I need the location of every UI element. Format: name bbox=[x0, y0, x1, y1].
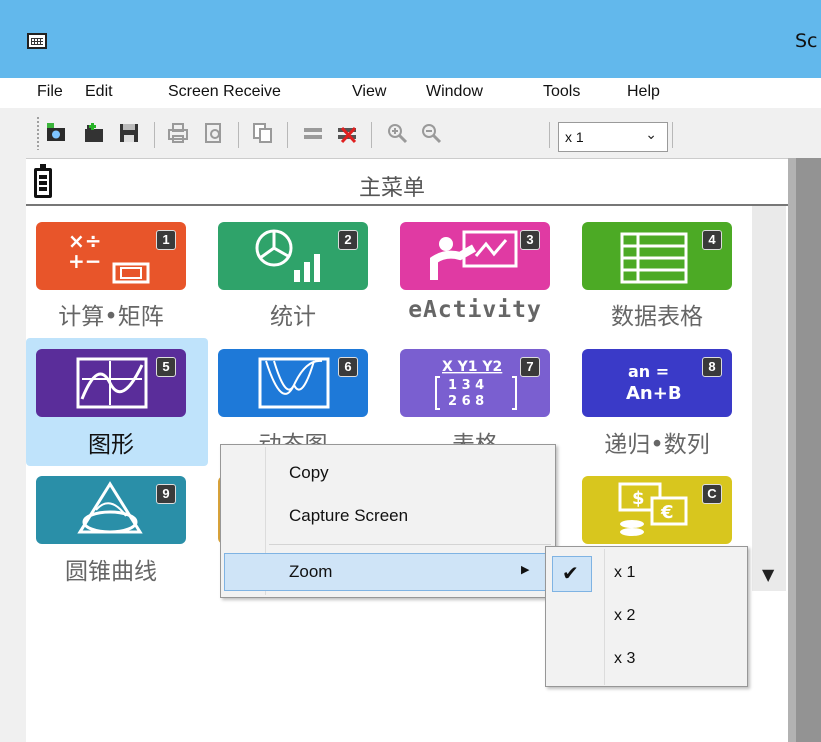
tile-financial[interactable]: $ € C bbox=[582, 476, 732, 544]
connect-icon[interactable] bbox=[302, 122, 324, 144]
menu-tools[interactable]: Tools bbox=[543, 83, 580, 101]
conic-icon bbox=[77, 481, 143, 534]
menu-separator bbox=[269, 544, 551, 545]
tile-number-badge: 3 bbox=[520, 230, 540, 250]
toolbar-separator bbox=[238, 122, 239, 148]
spreadsheet-icon bbox=[620, 232, 688, 284]
battery-icon bbox=[34, 164, 52, 198]
tile-number-badge: 6 bbox=[338, 357, 358, 377]
dyna-graph-icon bbox=[258, 357, 330, 409]
statistics-chart-icon bbox=[255, 229, 320, 282]
tile-number-badge: C bbox=[702, 484, 722, 504]
toolbar: x 1 ⌄ bbox=[0, 110, 821, 158]
toolbar-separator bbox=[154, 122, 155, 148]
print-preview-icon[interactable] bbox=[203, 122, 225, 144]
svg-text:2 6 8: 2 6 8 bbox=[448, 394, 484, 409]
chevron-down-icon: ⌄ bbox=[645, 127, 657, 143]
tile-label: 计算•矩阵 bbox=[58, 304, 164, 330]
tile-statistics[interactable]: 2 bbox=[218, 222, 368, 290]
svg-text:X Y1 Y2: X Y1 Y2 bbox=[442, 359, 502, 375]
tile-graph[interactable]: 5 bbox=[36, 349, 186, 417]
table-icon: X Y1 Y2 1 3 4 2 6 8 bbox=[435, 359, 517, 410]
zoom-in-icon[interactable] bbox=[386, 122, 408, 144]
print-icon[interactable] bbox=[167, 122, 189, 144]
app-calculator-icon[interactable] bbox=[27, 33, 47, 49]
svg-text:$: $ bbox=[632, 488, 645, 509]
menu-item-copy[interactable]: Copy bbox=[289, 463, 329, 483]
tile-eactivity[interactable]: 3 bbox=[400, 222, 550, 290]
scroll-down-arrow-icon[interactable]: ▼ bbox=[762, 565, 774, 584]
teacher-board-icon bbox=[430, 230, 518, 280]
menu-help[interactable]: Help bbox=[627, 83, 660, 101]
toolbar-separator bbox=[287, 122, 288, 148]
svg-text:an =: an = bbox=[628, 362, 669, 381]
menu-item-zoom-label: Zoom bbox=[289, 562, 333, 581]
tile-label: 递归•数列 bbox=[604, 432, 710, 458]
toolbar-separator bbox=[672, 122, 673, 148]
menu-file[interactable]: File bbox=[37, 83, 63, 101]
menu-item-capture-screen[interactable]: Capture Screen bbox=[289, 506, 408, 526]
window-title: Sc bbox=[795, 30, 818, 52]
copy-icon[interactable] bbox=[252, 122, 274, 144]
zoom-select-value: x 1 bbox=[565, 129, 584, 145]
window-background-pane bbox=[788, 158, 821, 742]
calculator-matrix-icon: ×÷ +− bbox=[68, 229, 150, 284]
tile-conic[interactable]: 9 bbox=[36, 476, 186, 544]
tile-label: 统计 bbox=[270, 304, 316, 330]
save-icon[interactable] bbox=[118, 122, 140, 144]
title-bar: Sc bbox=[0, 0, 821, 78]
tile-number-badge: 2 bbox=[338, 230, 358, 250]
zoom-option-x2[interactable]: x 2 bbox=[614, 607, 635, 625]
tile-label: 圆锥曲线 bbox=[65, 559, 157, 585]
zoom-out-icon[interactable] bbox=[420, 122, 442, 144]
svg-text:€: € bbox=[660, 502, 674, 523]
disconnect-icon[interactable] bbox=[336, 122, 358, 144]
menu-scroll-column bbox=[752, 206, 786, 591]
svg-text:+−: +− bbox=[68, 249, 102, 273]
zoom-option-x3[interactable]: x 3 bbox=[614, 650, 635, 668]
tile-table[interactable]: X Y1 Y2 1 3 4 2 6 8 7 bbox=[400, 349, 550, 417]
toolbar-grip[interactable] bbox=[36, 116, 40, 150]
menu-window[interactable]: Window bbox=[426, 83, 483, 101]
tile-number-badge: 9 bbox=[156, 484, 176, 504]
finance-icon: $ € bbox=[618, 482, 688, 536]
svg-text:1 3 4: 1 3 4 bbox=[448, 378, 484, 393]
submenu-arrow-icon: ▶ bbox=[521, 563, 530, 576]
context-menu: Copy Capture Screen Zoom ▶ bbox=[220, 444, 556, 598]
tile-number-badge: 1 bbox=[156, 230, 176, 250]
recursion-icon: an = An+B bbox=[626, 362, 682, 404]
tile-number-badge: 8 bbox=[702, 357, 722, 377]
title-underline bbox=[26, 204, 788, 206]
tile-label: eActivity bbox=[408, 297, 542, 323]
toolbar-separator bbox=[371, 122, 372, 148]
tile-label: 图形 bbox=[88, 432, 134, 458]
zoom-option-x1[interactable]: x 1 bbox=[614, 564, 635, 582]
menu-screen-receive[interactable]: Screen Receive bbox=[168, 83, 281, 101]
tile-recursion[interactable]: an = An+B 8 bbox=[582, 349, 732, 417]
tile-spreadsheet[interactable]: 4 bbox=[582, 222, 732, 290]
zoom-submenu: ✔ x 1 x 2 x 3 bbox=[545, 546, 748, 687]
camera-capture-icon[interactable] bbox=[45, 122, 67, 144]
menu-bar: File Edit Screen Receive View Window Too… bbox=[0, 78, 821, 108]
new-folder-icon[interactable] bbox=[83, 122, 105, 144]
graph-icon bbox=[76, 357, 148, 409]
checkmark-icon: ✔ bbox=[562, 561, 579, 585]
tile-number-badge: 4 bbox=[702, 230, 722, 250]
zoom-select[interactable]: x 1 ⌄ bbox=[558, 122, 668, 152]
tile-label: 数据表格 bbox=[611, 304, 703, 330]
toolbar-separator bbox=[549, 122, 550, 148]
menu-item-zoom[interactable] bbox=[224, 553, 552, 591]
tile-dyna-graph[interactable]: 6 bbox=[218, 349, 368, 417]
tile-number-badge: 7 bbox=[520, 357, 540, 377]
menu-view[interactable]: View bbox=[352, 83, 386, 101]
tile-number-badge: 5 bbox=[156, 357, 176, 377]
screen-title: 主菜单 bbox=[359, 176, 426, 201]
tile-run-matrix[interactable]: ×÷ +− 1 bbox=[36, 222, 186, 290]
svg-text:An+B: An+B bbox=[626, 383, 682, 404]
menu-edit[interactable]: Edit bbox=[85, 83, 113, 101]
